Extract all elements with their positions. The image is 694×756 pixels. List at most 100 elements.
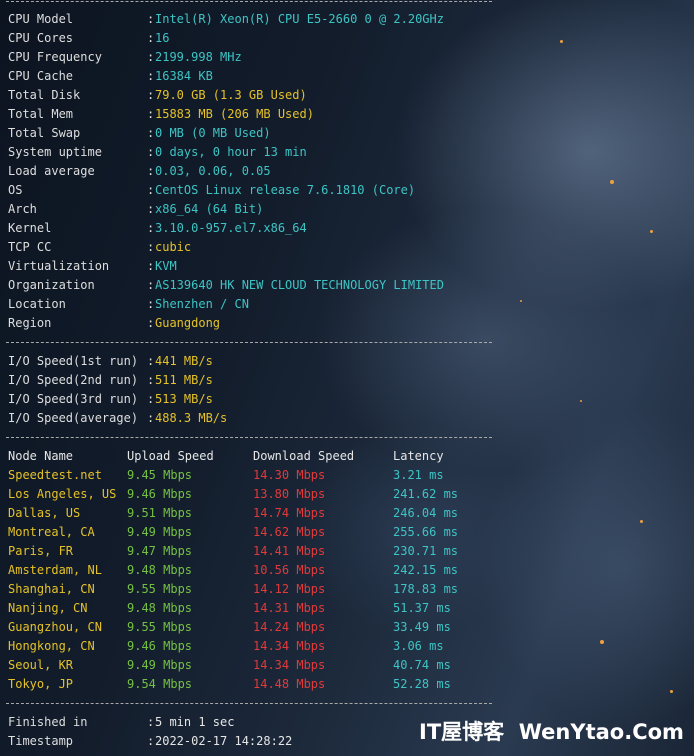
speedtest-cell: 241.62 ms — [393, 487, 459, 501]
speedtest-cell: 3.21 ms — [393, 468, 444, 482]
speedtest-cell: Amsterdam, NL — [8, 563, 102, 577]
speedtest-cell: 9.49 Mbps — [127, 525, 193, 539]
info-colon: : — [147, 69, 155, 83]
info-key: TCP CC — [8, 240, 52, 254]
info-key: Arch — [8, 202, 37, 216]
speedtest-row: Montreal, CA 9.49 Mbps 14.62 Mbps 255.66 ms — [8, 523, 494, 542]
speedtest-cell: Guangzhou, CN — [8, 620, 102, 634]
speedtest-cell: Dallas, US — [8, 506, 81, 520]
speedtest-cell: Nanjing, CN — [8, 601, 88, 615]
speedtest-cell: 13.80 Mbps — [253, 487, 326, 501]
info-key: CPU Frequency — [8, 50, 102, 64]
speedtest-cell: 242.15 ms — [393, 563, 459, 577]
speedtest-cell: Seoul, KR — [8, 658, 74, 672]
speedtest-cell: 9.51 Mbps — [127, 506, 193, 520]
info-key: OS — [8, 183, 23, 197]
speedtest-row: Tokyo, JP 9.54 Mbps 14.48 Mbps 52.28 ms — [8, 675, 494, 694]
info-value: 0 days, 0 hour 13 min — [155, 145, 307, 159]
info-value: 513 MB/s — [155, 392, 213, 406]
speedtest-cell: 255.66 ms — [393, 525, 459, 539]
speedtest-cell: 14.41 Mbps — [253, 544, 326, 558]
speedtest-cell: 9.48 Mbps — [127, 601, 193, 615]
separator-top — [6, 1, 492, 2]
speedtest-cell: 14.34 Mbps — [253, 639, 326, 653]
speedtest-cell: Speedtest.net — [8, 468, 102, 482]
info-value: 3.10.0-957.el7.x86_64 — [155, 221, 307, 235]
separator-speedtest — [6, 437, 492, 438]
speedtest-cell: 9.54 Mbps — [127, 677, 193, 691]
speedtest-row: Paris, FR 9.47 Mbps 14.41 Mbps 230.71 ms — [8, 542, 494, 561]
info-colon: : — [147, 354, 155, 368]
speedtest-row: Nanjing, CN 9.48 Mbps 14.31 Mbps 51.37 ms — [8, 599, 494, 618]
speedtest-cell: Shanghai, CN — [8, 582, 95, 596]
system-info-row: Total Swap:0 MB (0 MB Used) — [8, 124, 494, 143]
info-colon: : — [147, 202, 155, 216]
speedtest-row: Dallas, US 9.51 Mbps 14.74 Mbps 246.04 ms — [8, 504, 494, 523]
system-info-row: CPU Cores:16 — [8, 29, 494, 48]
info-key: Load average — [8, 164, 95, 178]
info-colon: : — [147, 50, 155, 64]
speedtest-header: Node Name Upload Speed Download Speed Laten… — [8, 447, 494, 466]
info-colon: : — [147, 297, 155, 311]
speedtest-cell: 9.55 Mbps — [127, 582, 193, 596]
system-info-row: Load average:0.03, 0.06, 0.05 — [8, 162, 494, 181]
speedtest-cell: Paris, FR — [8, 544, 74, 558]
watermark: IT屋博客 WenYtao.Com — [419, 720, 684, 744]
info-key: I/O Speed(2nd run) — [8, 373, 139, 387]
system-info-row: Arch: x86_64 (64 Bit) — [8, 200, 494, 219]
info-colon: : — [147, 164, 155, 178]
info-colon: : — [147, 31, 155, 45]
io-speed-row: I/O Speed(2nd run):511 MB/s — [8, 371, 494, 390]
info-key: Region — [8, 316, 52, 330]
speedtest-cell: 230.71 ms — [393, 544, 459, 558]
info-key: I/O Speed(1st run) — [8, 354, 139, 368]
info-colon: : — [147, 734, 155, 748]
speedtest-cell: 9.48 Mbps — [127, 563, 193, 577]
speedtest-cell: 178.83 ms — [393, 582, 459, 596]
system-info-row: CPU Frequency:2199.998 MHz — [8, 48, 494, 67]
info-colon: : — [147, 373, 155, 387]
info-key: Total Disk — [8, 88, 81, 102]
speedtest-cell: 9.46 Mbps — [127, 487, 193, 501]
info-value: 511 MB/s — [155, 373, 213, 387]
speedtest-row: Los Angeles, US 9.46 Mbps 13.80 Mbps 241.62… — [8, 485, 494, 504]
speedtest-cell: 9.46 Mbps — [127, 639, 193, 653]
speedtest-cell: 14.24 Mbps — [253, 620, 326, 634]
info-colon: : — [147, 183, 155, 197]
speedtest-cell: 40.74 ms — [393, 658, 451, 672]
info-colon: : — [147, 107, 155, 121]
info-key: I/O Speed(average) — [8, 411, 139, 425]
speedtest-cell: 14.74 Mbps — [253, 506, 326, 520]
column-header: Download Speed — [253, 449, 355, 463]
info-value: 441 MB/s — [155, 354, 213, 368]
speedtest-cell: Tokyo, JP — [8, 677, 74, 691]
speedtest-row: Amsterdam, NL 9.48 Mbps 10.56 Mbps 242.15 m… — [8, 561, 494, 580]
separator-io — [6, 342, 492, 343]
info-key: Location — [8, 297, 66, 311]
info-value: Intel(R) Xeon(R) CPU E5-2660 0 @ 2.20GHz — [155, 12, 444, 26]
info-value: 488.3 MB/s — [155, 411, 228, 425]
column-header: Latency — [393, 449, 444, 463]
info-value: cubic — [155, 240, 192, 254]
info-value: x86_64 (64 Bit) — [155, 202, 264, 216]
info-colon: : — [147, 278, 155, 292]
io-speed-row: I/O Speed(3rd run):513 MB/s — [8, 390, 494, 409]
speedtest-row: Guangzhou, CN 9.55 Mbps 14.24 Mbps 33.49 ms — [8, 618, 494, 637]
system-info-row: TCP CC: cubic — [8, 238, 494, 257]
speedtest-cell: Hongkong, CN — [8, 639, 95, 653]
info-value: Guangdong — [155, 316, 221, 330]
speedtest-row: Speedtest.net 9.45 Mbps 14.30 Mbps 3.21 ms — [8, 466, 494, 485]
info-value: Shenzhen / CN — [155, 297, 249, 311]
info-key: I/O Speed(3rd run) — [8, 392, 139, 406]
info-key: Total Swap — [8, 126, 81, 140]
system-info-row: Kernel:3.10.0-957.el7.x86_64 — [8, 219, 494, 238]
info-colon: : — [147, 88, 155, 102]
speedtest-cell: 14.31 Mbps — [253, 601, 326, 615]
column-header: Node Name — [8, 449, 74, 463]
info-colon: : — [147, 392, 155, 406]
info-value: 79.0 GB (1.3 GB Used) — [155, 88, 307, 102]
system-info-row: CPU Cache:16384 KB — [8, 67, 494, 86]
io-speed-row: I/O Speed(average):488.3 MB/s — [8, 409, 494, 428]
info-key: CPU Model — [8, 12, 74, 26]
info-value: KVM — [155, 259, 177, 273]
